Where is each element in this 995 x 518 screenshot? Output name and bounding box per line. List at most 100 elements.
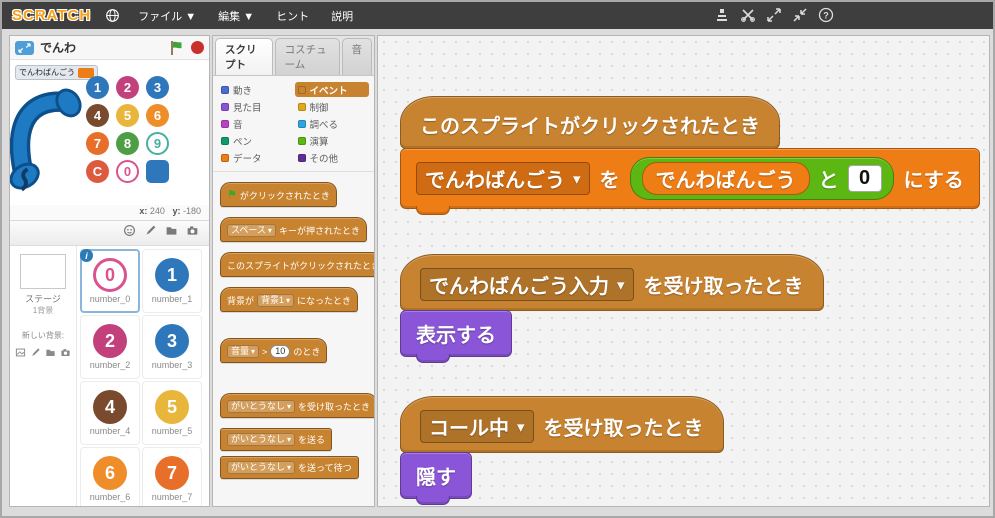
backdrop-library-icon[interactable]: [15, 345, 26, 363]
new-sprite-library-icon[interactable]: [123, 224, 136, 242]
key-8[interactable]: 8: [116, 132, 139, 155]
scripts-area[interactable]: このスプライトがクリックされたとき でんわばんごう を でんわばんごう と 0 …: [377, 35, 990, 507]
key-2[interactable]: 2: [116, 76, 139, 99]
category-operators[interactable]: 演算: [295, 133, 370, 148]
broadcast-dropdown[interactable]: がいとうなし: [227, 433, 296, 446]
sprite-thumb-number_7[interactable]: 7 number_7: [142, 447, 202, 506]
sprite-thumb-number_4[interactable]: 4 number_4: [80, 381, 140, 445]
tab-costumes[interactable]: コスチューム: [274, 38, 340, 75]
palette-block-when-sprite-clicked[interactable]: このスプライトがクリックされたとき: [220, 252, 374, 277]
variable-dropdown[interactable]: でんわばんごう: [416, 162, 590, 195]
duplicate-stamp-icon[interactable]: [714, 7, 730, 28]
pen-swatch: [221, 136, 229, 145]
fullscreen-toggle-icon[interactable]: [15, 40, 34, 55]
when-receive-calling-hat[interactable]: コール中 を受け取ったとき: [400, 396, 724, 453]
category-sound[interactable]: 音: [218, 116, 293, 131]
set-variable-block[interactable]: でんわばんごう を でんわばんごう と 0 にする: [400, 148, 980, 215]
stage-view: でんわばんごう 1 2 3 4 5 6 7 8 9 C 0: [10, 60, 209, 205]
delete-scissors-icon[interactable]: [740, 7, 756, 28]
broadcast-wait-dropdown[interactable]: がいとうなし: [227, 461, 296, 474]
key-dropdown[interactable]: スペース: [227, 224, 276, 237]
category-data[interactable]: データ: [218, 150, 293, 165]
category-sensing[interactable]: 調べる: [295, 116, 370, 131]
key-1[interactable]: 1: [86, 76, 109, 99]
stop-button[interactable]: [191, 41, 204, 54]
category-motion[interactable]: 動き: [218, 82, 293, 97]
palette-block-broadcast-and-wait[interactable]: がいとうなし を送って待つ: [220, 456, 359, 479]
loudness-value-input[interactable]: 10: [270, 345, 291, 358]
palette-block-when-backdrop-switches[interactable]: 背景が 背景1 になったとき: [220, 287, 359, 312]
tab-sounds[interactable]: 音: [341, 38, 372, 75]
upload-backdrop-icon[interactable]: [45, 345, 56, 363]
key-7[interactable]: 7: [86, 132, 109, 155]
script-receive-input: でんわばんごう入力 を受け取ったとき 表示する: [400, 254, 824, 363]
palette-block-broadcast[interactable]: がいとうなし を送る: [220, 428, 333, 451]
category-pen[interactable]: ペン: [218, 133, 293, 148]
sprite-thumb-number_5[interactable]: 5 number_5: [142, 381, 202, 445]
key-0[interactable]: 0: [116, 160, 139, 183]
data-swatch: [221, 153, 229, 162]
stage-thumbnail[interactable]: [20, 254, 66, 289]
upload-sprite-folder-icon[interactable]: [165, 224, 178, 242]
loudness-dropdown[interactable]: 音量: [227, 345, 260, 358]
sprite-pane: ステージ 1背景 新しい背景: 0 number_0: [10, 220, 209, 506]
menu-about[interactable]: 説明: [327, 6, 357, 26]
sprite-thumb-number_1[interactable]: 1 number_1: [142, 249, 202, 313]
paint-backdrop-icon[interactable]: [30, 345, 41, 363]
backdrop-dropdown[interactable]: 背景1: [257, 294, 295, 307]
palette-block-when-receive[interactable]: がいとうなし を受け取ったとき: [220, 393, 374, 418]
key-6[interactable]: 6: [146, 104, 169, 127]
palette-block-when-key-pressed[interactable]: スペース キーが押されたとき: [220, 217, 367, 242]
show-block[interactable]: 表示する: [400, 310, 512, 363]
key-9[interactable]: 9: [146, 132, 169, 155]
category-control[interactable]: 制御: [295, 99, 370, 114]
hide-block[interactable]: 隠す: [400, 452, 472, 505]
palette-block-when-flag-clicked[interactable]: ⚑ がクリックされたとき: [220, 182, 337, 207]
key-4[interactable]: 4: [86, 104, 109, 127]
key-3[interactable]: 3: [146, 76, 169, 99]
green-flag-button[interactable]: [169, 40, 185, 56]
when-receive-input-hat[interactable]: でんわばんごう入力 を受け取ったとき: [400, 254, 824, 311]
variable-monitor-label: でんわばんごう: [19, 68, 75, 77]
block-help-icon[interactable]: ?: [818, 7, 834, 28]
category-looks[interactable]: 見た目: [218, 99, 293, 114]
project-title: でんわ: [40, 41, 77, 55]
message-input-dropdown[interactable]: でんわばんごう入力: [420, 268, 634, 301]
backdrop-count: 1背景: [32, 306, 54, 315]
when-sprite-clicked-hat[interactable]: このスプライトがクリックされたとき: [400, 96, 780, 149]
join-operator-block[interactable]: でんわばんごう と 0: [629, 157, 894, 200]
sound-swatch: [221, 119, 229, 128]
phone-handset-sprite[interactable]: [10, 80, 88, 205]
palette-blocks: ⚑ がクリックされたとき スペース キーが押されたとき このスプライトがクリック…: [213, 172, 374, 499]
key-call-square[interactable]: [146, 160, 169, 183]
menu-tips[interactable]: ヒント: [272, 6, 313, 26]
join-number-input[interactable]: 0: [847, 165, 882, 192]
key-5[interactable]: 5: [116, 104, 139, 127]
sprite-info-icon[interactable]: [80, 249, 93, 262]
sprite-thumb-number_0[interactable]: 0 number_0: [80, 249, 140, 313]
events-swatch: [297, 85, 306, 94]
message-dropdown[interactable]: がいとうなし: [227, 400, 296, 413]
language-globe-icon[interactable]: [105, 8, 120, 23]
key-clear[interactable]: C: [86, 160, 109, 183]
category-more-blocks[interactable]: その他: [295, 150, 370, 165]
message-calling-dropdown[interactable]: コール中: [420, 410, 534, 443]
sprite-thumb-number_6[interactable]: 6 number_6: [80, 447, 140, 506]
block-palette: スクリプト コスチューム 音 動き イベント 見た目 制御 音 調べる ペン 演…: [212, 35, 375, 507]
stage-panel: でんわ でんわばんごう 1 2 3 4 5 6 7 8 9 C 0 x: 240…: [9, 35, 210, 507]
sprite-thumb-number_3[interactable]: 3 number_3: [142, 315, 202, 379]
shrink-sprite-icon[interactable]: [792, 7, 808, 28]
camera-new-sprite-icon[interactable]: [186, 224, 199, 242]
scratch-logo[interactable]: SCRATCH: [12, 7, 91, 24]
sprite-thumb-number_2[interactable]: 2 number_2: [80, 315, 140, 379]
category-events[interactable]: イベント: [294, 82, 369, 97]
paint-new-sprite-icon[interactable]: [144, 224, 157, 242]
variable-reporter[interactable]: でんわばんごう: [641, 162, 810, 195]
menubar: SCRATCH ファイル ▼ 編集 ▼ ヒント 説明 ?: [2, 2, 993, 29]
menu-edit[interactable]: 編集 ▼: [214, 6, 258, 26]
menu-file[interactable]: ファイル ▼: [134, 6, 200, 26]
palette-block-when-loudness-greater[interactable]: 音量 > 10 のとき: [220, 338, 328, 363]
camera-backdrop-icon[interactable]: [60, 345, 71, 363]
tab-scripts[interactable]: スクリプト: [215, 38, 273, 75]
grow-sprite-icon[interactable]: [766, 7, 782, 28]
